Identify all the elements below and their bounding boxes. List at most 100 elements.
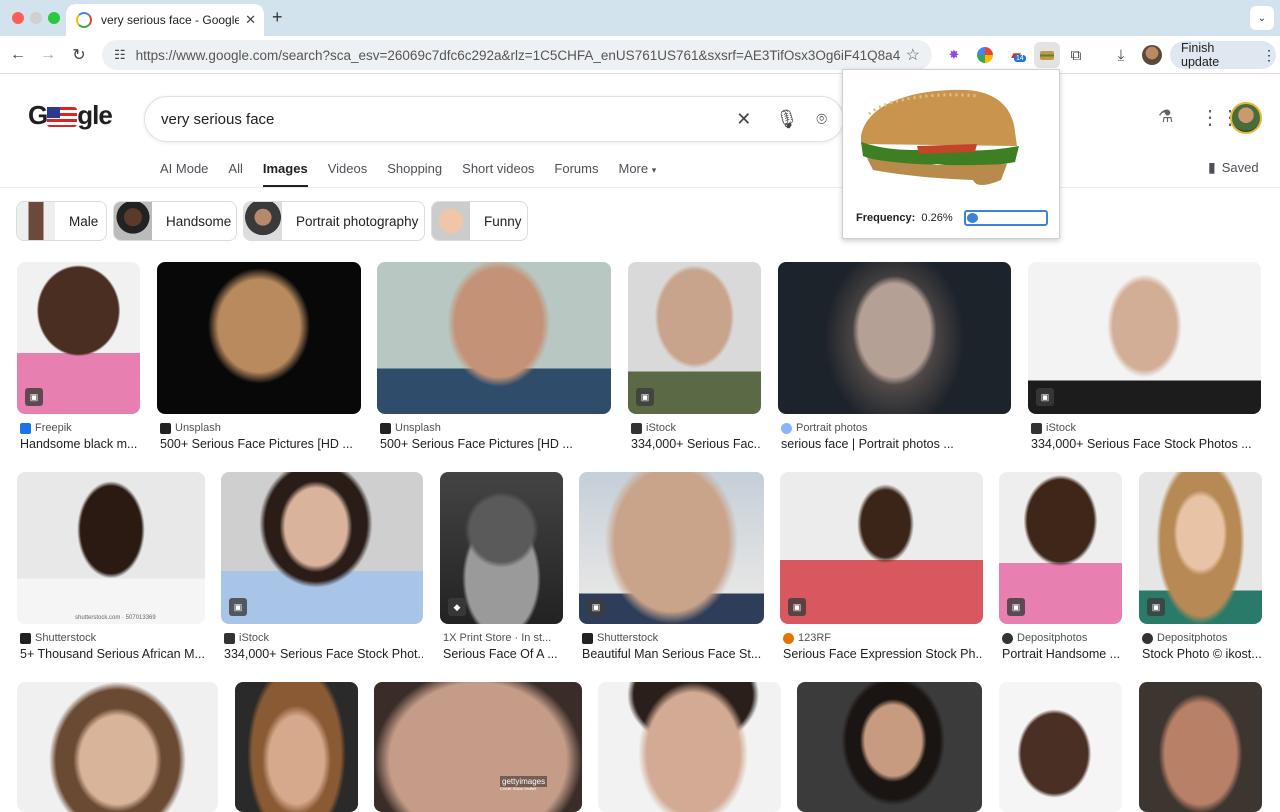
result-image[interactable]	[377, 262, 611, 414]
lens-search-icon[interactable]: ⌾	[816, 109, 827, 130]
back-icon[interactable]: ←	[6, 43, 30, 67]
result-image[interactable]: shutterstock.com · 507013369	[17, 472, 205, 624]
profile-avatar-icon[interactable]	[1142, 45, 1162, 65]
extensions-puzzle-icon[interactable]: ⧉	[1066, 45, 1086, 65]
result-card[interactable]: ▣ iStock 334,000+ Serious Face Stock Pho…	[1028, 262, 1261, 451]
labs-flask-icon[interactable]: ⚗	[1158, 107, 1173, 127]
result-image[interactable]: ▣	[999, 472, 1122, 624]
result-card[interactable]: ▣ Shutterstock Beautiful Man Serious Fac…	[579, 472, 764, 661]
search-input[interactable]: very serious face	[161, 111, 716, 128]
result-caption[interactable]: 334,000+ Serious Face Stock Phot...	[221, 647, 423, 661]
result-image[interactable]: ◆	[440, 472, 563, 624]
tab-short-videos[interactable]: Short videos	[462, 160, 534, 188]
tab-forums[interactable]: Forums	[554, 160, 598, 188]
result-card[interactable]	[797, 682, 982, 812]
address-bar[interactable]: ☷ https://www.google.com/search?sca_esv=…	[102, 40, 932, 70]
result-card[interactable]: ◆ 1X Print Store · In st... Serious Face…	[440, 472, 563, 661]
result-image[interactable]: ▣	[628, 262, 761, 414]
result-image[interactable]: ▣	[1139, 472, 1262, 624]
chip-handsome[interactable]: Handsome	[113, 201, 237, 241]
result-image[interactable]	[797, 682, 982, 812]
tab-shopping[interactable]: Shopping	[387, 160, 442, 188]
result-source: Freepik	[35, 422, 72, 434]
result-caption[interactable]: 5+ Thousand Serious African M...	[17, 647, 205, 661]
close-tab-icon[interactable]: ✕	[245, 12, 256, 28]
result-card[interactable]: gettyimages Credit: Klaus Vedfelt	[374, 682, 582, 812]
result-caption[interactable]: Stock Photo © ikost...	[1139, 647, 1262, 661]
result-image[interactable]: ▣	[579, 472, 764, 624]
result-card[interactable]	[999, 682, 1122, 812]
account-avatar[interactable]	[1230, 102, 1262, 134]
extension-chrome-icon[interactable]	[977, 47, 993, 63]
google-doodle-logo[interactable]: Ggle	[28, 100, 113, 131]
result-image[interactable]	[157, 262, 361, 414]
saved-button[interactable]: ▮ Saved	[1208, 159, 1259, 176]
slider-thumb[interactable]	[967, 213, 978, 223]
result-caption[interactable]: Serious Face Expression Stock Ph...	[780, 647, 983, 661]
result-caption[interactable]: Handsome black m...	[17, 437, 140, 451]
result-card[interactable]: ▣ Depositphotos Portrait Handsome ...	[999, 472, 1122, 661]
result-card[interactable]: ▣ Depositphotos Stock Photo © ikost...	[1139, 472, 1262, 661]
chip-funny[interactable]: Funny	[431, 201, 528, 241]
frequency-slider[interactable]	[964, 210, 1048, 226]
extension-purple-icon[interactable]: ✸	[944, 45, 964, 65]
result-caption[interactable]: Portrait Handsome ...	[999, 647, 1122, 661]
downloads-icon[interactable]: ⤓	[1111, 45, 1131, 65]
chip-male[interactable]: Male	[16, 201, 107, 241]
search-box[interactable]: very serious face ✕ 🎙 ⌾	[144, 96, 844, 142]
result-image[interactable]: ▣	[17, 262, 140, 414]
result-image[interactable]	[235, 682, 358, 812]
result-image[interactable]	[1139, 682, 1262, 812]
result-caption[interactable]: 334,000+ Serious Fac...	[628, 437, 761, 451]
tab-more[interactable]: More ▾	[618, 160, 656, 188]
tab-ai-mode[interactable]: AI Mode	[160, 160, 208, 188]
result-card[interactable]	[1139, 682, 1262, 812]
result-card[interactable]	[17, 682, 218, 812]
tab-images[interactable]: Images	[262, 160, 308, 188]
result-card[interactable]	[598, 682, 781, 812]
source-favicon-icon	[1142, 632, 1153, 644]
result-image[interactable]	[999, 682, 1122, 812]
result-card[interactable]: Unsplash 500+ Serious Face Pictures [HD …	[157, 262, 361, 451]
tab-videos[interactable]: Videos	[328, 160, 368, 188]
result-card[interactable]: Portrait photos serious face | Portrait …	[778, 262, 1011, 451]
tab-search-icon[interactable]: ⌄	[1250, 6, 1274, 30]
bookmark-star-icon[interactable]: ☆	[906, 45, 920, 65]
voice-search-icon[interactable]: 🎙	[775, 109, 798, 130]
result-caption[interactable]: serious face | Portrait photos ...	[778, 437, 1011, 451]
result-caption[interactable]: Beautiful Man Serious Face St...	[579, 647, 764, 661]
result-image[interactable]	[598, 682, 781, 812]
chip-portrait-photography[interactable]: Portrait photography	[243, 201, 425, 241]
result-image[interactable]: gettyimages Credit: Klaus Vedfelt	[374, 682, 582, 812]
result-caption[interactable]: 334,000+ Serious Face Stock Photos ...	[1028, 437, 1261, 451]
result-card[interactable]: shutterstock.com · 507013369 Shutterstoc…	[17, 472, 205, 661]
result-card[interactable]: ▣ iStock 334,000+ Serious Fac...	[628, 262, 761, 451]
browser-tab[interactable]: very serious face - Google Se ✕	[66, 4, 264, 36]
result-caption[interactable]: 500+ Serious Face Pictures [HD ...	[377, 437, 611, 451]
result-caption[interactable]: 500+ Serious Face Pictures [HD ...	[157, 437, 361, 451]
maximize-window-button[interactable]	[48, 12, 60, 24]
new-tab-icon[interactable]: +	[272, 7, 283, 28]
close-window-button[interactable]	[12, 12, 24, 24]
result-image[interactable]	[17, 682, 218, 812]
minimize-window-button[interactable]	[30, 12, 42, 24]
result-caption[interactable]: Serious Face Of A ...	[440, 647, 563, 661]
tab-all[interactable]: All	[228, 160, 242, 188]
clear-search-icon[interactable]: ✕	[736, 109, 751, 130]
chip-thumbnail	[432, 202, 470, 240]
result-card[interactable]: ▣ Freepik Handsome black m...	[17, 262, 140, 451]
result-image[interactable]	[778, 262, 1011, 414]
reload-icon[interactable]: ↻	[67, 43, 91, 67]
extension-sandwich-icon[interactable]	[1034, 42, 1060, 68]
result-card[interactable]	[235, 682, 358, 812]
result-image[interactable]: ▣	[780, 472, 983, 624]
result-card[interactable]: Unsplash 500+ Serious Face Pictures [HD …	[377, 262, 611, 451]
finish-update-button[interactable]: Finish update ⋮	[1170, 41, 1276, 69]
result-image[interactable]: ▣	[1028, 262, 1261, 414]
extension-red-icon[interactable]: ▰14	[1006, 45, 1026, 65]
result-card[interactable]: ▣ iStock 334,000+ Serious Face Stock Pho…	[221, 472, 423, 661]
site-info-icon[interactable]: ☷	[114, 47, 126, 63]
result-image[interactable]: ▣	[221, 472, 423, 624]
result-card[interactable]: ▣ 123RF Serious Face Expression Stock Ph…	[780, 472, 983, 661]
forward-icon[interactable]: →	[36, 43, 60, 67]
